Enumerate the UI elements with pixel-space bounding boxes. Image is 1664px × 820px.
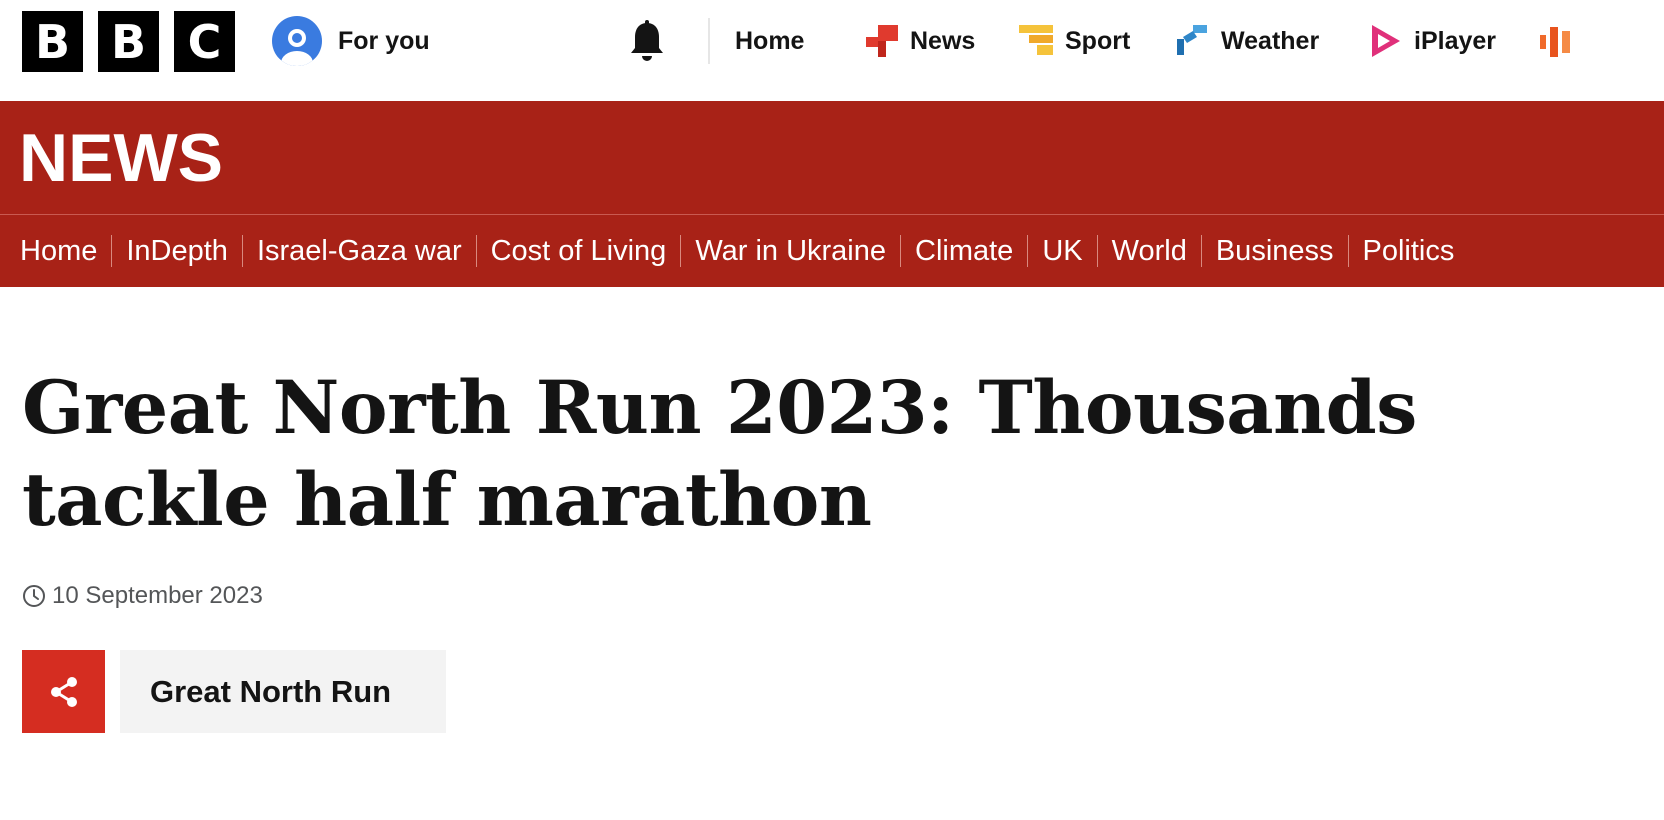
article-date: 10 September 2023 bbox=[52, 582, 263, 609]
section-nav-separator bbox=[1096, 235, 1098, 267]
section-nav-separator bbox=[1347, 235, 1349, 267]
section-nav-item-climate[interactable]: Climate bbox=[915, 235, 1013, 268]
for-you-label: For you bbox=[338, 26, 430, 55]
news-masthead: NEWS bbox=[0, 101, 1664, 214]
top-nav-sounds[interactable] bbox=[1538, 20, 1574, 62]
top-nav-divider bbox=[708, 18, 710, 64]
section-nav-label: UK bbox=[1042, 234, 1083, 267]
bbc-logo-letter: B bbox=[98, 11, 159, 72]
section-nav-label: Business bbox=[1215, 234, 1334, 267]
section-nav-item-world[interactable]: World bbox=[1112, 235, 1187, 268]
section-nav-label: Climate bbox=[915, 234, 1014, 267]
section-nav-separator bbox=[1200, 235, 1202, 267]
top-nav-sport[interactable]: Sport bbox=[1019, 20, 1130, 62]
bbc-logo-letter: B bbox=[22, 11, 83, 72]
top-nav-news[interactable]: News bbox=[864, 20, 975, 62]
user-avatar-icon bbox=[272, 16, 322, 66]
news-blocks-icon bbox=[866, 25, 898, 57]
top-nav-label: Weather bbox=[1221, 26, 1320, 55]
section-nav-separator bbox=[900, 235, 902, 267]
section-nav-item-home[interactable]: Home bbox=[20, 235, 97, 268]
section-nav-item-war-in-ukraine[interactable]: War in Ukraine bbox=[695, 235, 886, 268]
top-nav-label: Sport bbox=[1065, 26, 1131, 55]
bbc-logo[interactable]: B B C bbox=[22, 11, 235, 72]
section-nav-separator bbox=[475, 235, 477, 267]
section-nav: Home InDepth Israel-Gaza war Cost of Liv… bbox=[0, 215, 1664, 287]
share-icon bbox=[50, 676, 77, 707]
section-nav-label: War in Ukraine bbox=[695, 234, 887, 267]
clock-icon bbox=[23, 585, 45, 607]
section-nav-item-business[interactable]: Business bbox=[1216, 235, 1334, 268]
global-header: B B C For you Home News Sport Weather iP… bbox=[0, 0, 1664, 101]
news-masthead-title[interactable]: NEWS bbox=[19, 119, 223, 197]
top-nav-label: News bbox=[910, 26, 976, 55]
article-dateline: 10 September 2023 bbox=[22, 582, 263, 610]
section-nav-separator bbox=[680, 235, 682, 267]
section-nav-item-cost-of-living[interactable]: Cost of Living bbox=[491, 235, 667, 268]
section-nav-label: Cost of Living bbox=[490, 234, 667, 267]
section-nav-item-uk[interactable]: UK bbox=[1042, 235, 1082, 268]
share-button[interactable] bbox=[22, 650, 105, 733]
section-nav-separator bbox=[111, 235, 113, 267]
section-nav-item-indepth[interactable]: InDepth bbox=[126, 235, 228, 268]
weather-icon bbox=[1177, 25, 1207, 55]
section-nav-label: Home bbox=[20, 234, 98, 267]
top-nav-label: Home bbox=[735, 26, 805, 55]
sounds-icon bbox=[1540, 27, 1570, 57]
sport-bars-icon bbox=[1019, 25, 1053, 55]
section-nav-label: InDepth bbox=[126, 234, 228, 267]
section-nav-item-israel-gaza-war[interactable]: Israel-Gaza war bbox=[257, 235, 462, 268]
top-nav-iplayer[interactable]: iPlayer bbox=[1368, 20, 1496, 62]
section-nav-label: Israel-Gaza war bbox=[256, 234, 462, 267]
article-headline: Great North Run 2023: Thousands tackle h… bbox=[22, 365, 1417, 543]
for-you-button[interactable]: For you bbox=[272, 16, 430, 66]
iplayer-play-icon bbox=[1372, 25, 1400, 57]
bbc-logo-letter: C bbox=[174, 11, 235, 72]
notifications-bell-icon[interactable] bbox=[627, 20, 667, 64]
section-nav-label: Politics bbox=[1362, 234, 1455, 267]
topic-tag[interactable]: Great North Run bbox=[120, 650, 446, 733]
top-nav-weather[interactable]: Weather bbox=[1175, 20, 1319, 62]
top-nav-label: iPlayer bbox=[1414, 26, 1497, 55]
section-nav-separator bbox=[1027, 235, 1029, 267]
section-nav-separator bbox=[241, 235, 243, 267]
topic-tag-label: Great North Run bbox=[150, 673, 392, 709]
top-nav-home[interactable]: Home bbox=[735, 20, 804, 62]
section-nav-item-politics[interactable]: Politics bbox=[1363, 235, 1455, 268]
section-nav-label: World bbox=[1111, 234, 1187, 267]
